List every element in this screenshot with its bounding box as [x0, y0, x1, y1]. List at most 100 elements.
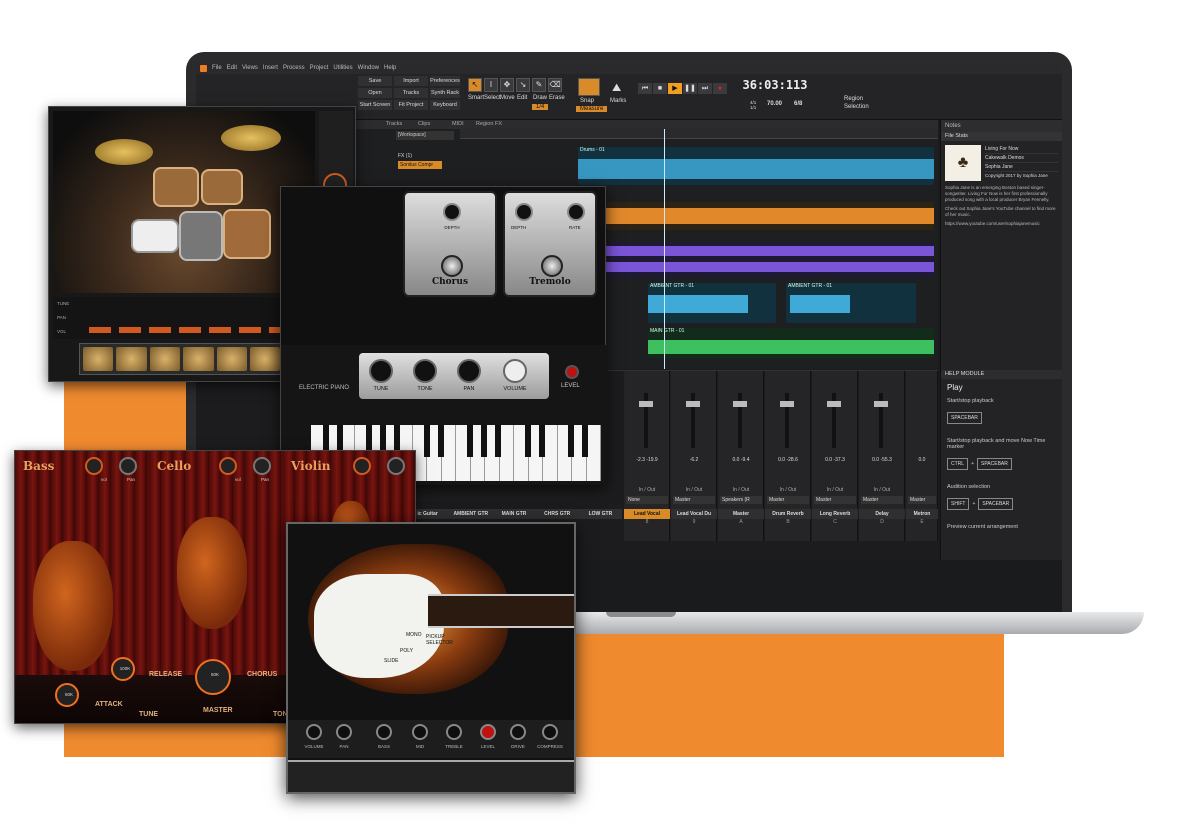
fx-bin-label[interactable]: FX (1) — [398, 153, 412, 159]
electric-piano-plugin-window[interactable]: DEPTH Chorus DEPTH RATE Tremolo ELECTRIC… — [280, 186, 607, 485]
white-key[interactable] — [543, 425, 558, 481]
snare-icon[interactable] — [131, 219, 179, 253]
fader-cap[interactable] — [686, 401, 700, 407]
draw-tool-icon[interactable]: ✎ — [532, 78, 546, 92]
footswitch[interactable] — [441, 255, 463, 277]
snap-mode[interactable]: Measure — [576, 106, 608, 112]
fx-plugin-item[interactable]: Sonitus Compr — [398, 161, 442, 169]
save-button[interactable]: Save — [358, 76, 392, 86]
violin-vol-knob[interactable] — [353, 457, 371, 475]
drum-pad[interactable] — [83, 347, 114, 371]
black-key[interactable] — [539, 425, 545, 457]
compress-knob[interactable] — [542, 724, 558, 740]
beat-ratio-sub[interactable]: 1/1 — [750, 105, 756, 110]
play-icon[interactable]: ▶ — [668, 83, 682, 94]
snap-value[interactable]: 1/4 — [532, 104, 549, 110]
clip-ambient-gtr-1[interactable]: AMBIENT GTR - 01 — [648, 283, 776, 323]
clip-purple[interactable] — [578, 242, 934, 278]
treble-knob[interactable] — [446, 724, 462, 740]
drive-knob[interactable] — [510, 724, 526, 740]
clips-menu[interactable]: Clips — [418, 121, 430, 127]
import-button[interactable]: Import — [394, 76, 428, 86]
strip-name[interactable]: LOW GTR — [579, 509, 622, 519]
channel-strip[interactable]: -6.2 In / Out Master Lead Vocal Du 9 — [671, 371, 717, 541]
black-key[interactable] — [495, 425, 501, 457]
fast-forward-icon[interactable]: ⏭ — [698, 83, 712, 94]
channel-strip[interactable]: 0.0 -28.6 In / Out Master Drum Reverb B — [765, 371, 811, 541]
midi-menu[interactable]: MIDI — [452, 121, 464, 127]
floor-tom-icon[interactable] — [223, 209, 271, 259]
strip-name[interactable]: Drum Reverb — [765, 509, 811, 519]
menu-views[interactable]: Views — [242, 65, 258, 71]
output-select[interactable]: Master — [861, 496, 903, 504]
strip-name[interactable]: MAIN GTR — [492, 509, 535, 519]
output-select[interactable]: Master — [767, 496, 809, 504]
move-tool-icon[interactable]: ✥ — [500, 78, 514, 92]
marks-icon[interactable]: ⛰ — [612, 82, 621, 95]
bass-vol-knob[interactable] — [85, 457, 103, 475]
clip-main-gtr[interactable]: MAIN GTR - 01 — [648, 328, 934, 358]
smart-tool-icon[interactable]: ↖ — [468, 78, 482, 92]
drum-pad[interactable] — [216, 347, 247, 371]
menu-insert[interactable]: Insert — [263, 65, 278, 71]
output-select[interactable]: None — [626, 496, 668, 504]
timeline-ruler[interactable] — [460, 129, 938, 139]
strip-name[interactable]: Master — [718, 509, 764, 519]
tom-icon[interactable] — [201, 169, 243, 205]
black-key[interactable] — [582, 425, 588, 457]
tom-icon[interactable] — [153, 167, 199, 207]
cymbal-icon[interactable] — [95, 139, 153, 165]
clip-drums[interactable]: Drums - 01 — [578, 147, 934, 185]
fit-project-button[interactable]: Fit Project — [394, 100, 428, 110]
black-key[interactable] — [481, 425, 487, 457]
channel-strip[interactable]: 0.0 -55.3 In / Out Master Delay D — [859, 371, 905, 541]
tone-knob[interactable] — [413, 359, 437, 383]
output-select[interactable]: Master — [814, 496, 856, 504]
menu-edit[interactable]: Edit — [227, 65, 237, 71]
black-key[interactable] — [438, 425, 444, 457]
drum-pad[interactable] — [116, 347, 147, 371]
black-key[interactable] — [467, 425, 473, 457]
preferences-button[interactable]: Preferences — [430, 76, 460, 86]
strip-name[interactable]: Metron — [906, 509, 938, 519]
workspace-select[interactable]: [Workspace] — [396, 131, 454, 140]
cello-vol-knob[interactable] — [219, 457, 237, 475]
black-key[interactable] — [525, 425, 531, 457]
synth-rack-button[interactable]: Synth Rack — [430, 88, 460, 98]
menu-project[interactable]: Project — [310, 65, 329, 71]
now-time-marker[interactable] — [664, 129, 665, 369]
selection-option[interactable]: Selection — [844, 104, 869, 110]
output-select[interactable]: Master — [673, 496, 715, 504]
violin-pan-knob[interactable] — [387, 457, 405, 475]
master-knob[interactable] — [195, 659, 231, 695]
chorus-pedal[interactable]: DEPTH Chorus — [403, 191, 497, 297]
open-button[interactable]: Open — [358, 88, 392, 98]
tracks-button[interactable]: Tracks — [394, 88, 428, 98]
youtube-link[interactable]: https://www.youtube.com/user/sophiajanem… — [941, 218, 1062, 230]
rewind-icon[interactable]: ⏮ — [638, 83, 652, 94]
record-icon[interactable]: ● — [713, 83, 727, 94]
mid-knob[interactable] — [412, 724, 428, 740]
start-screen-button[interactable]: Start Screen — [358, 100, 392, 110]
drum-pad[interactable] — [149, 347, 181, 371]
strip-name[interactable]: Long Reverb — [812, 509, 858, 519]
white-key[interactable] — [587, 425, 601, 481]
depth-knob[interactable] — [443, 203, 461, 221]
fader-cap[interactable] — [780, 401, 794, 407]
erase-tool-icon[interactable]: ⌫ — [548, 78, 562, 92]
bass-knob[interactable] — [376, 724, 392, 740]
channel-strip[interactable]: -2.3 -19.9 In / Out None Lead Vocal 8 — [624, 371, 670, 541]
strip-name[interactable]: Lead Vocal — [624, 509, 670, 519]
footswitch[interactable] — [541, 255, 563, 277]
tracks-menu[interactable]: Tracks — [386, 121, 402, 127]
bass-guitar-plugin-window[interactable]: SLIDE TUNE MONO POLY PICKUP SELECTOR VOL… — [286, 522, 576, 794]
edit-tool-icon[interactable]: ↘ — [516, 78, 530, 92]
keyboard-button[interactable]: Keyboard — [430, 100, 460, 110]
region-option[interactable]: Region — [844, 96, 863, 102]
black-key[interactable] — [568, 425, 574, 457]
output-select[interactable]: Speakers (R — [720, 496, 762, 504]
channel-strip[interactable]: 0.0 -37.3 In / Out Master Long Reverb C — [812, 371, 858, 541]
region-fx-menu[interactable]: Region FX — [476, 121, 502, 127]
strip-name[interactable]: AMBIENT GTR — [449, 509, 492, 519]
menu-utilities[interactable]: Utilities — [333, 65, 352, 71]
